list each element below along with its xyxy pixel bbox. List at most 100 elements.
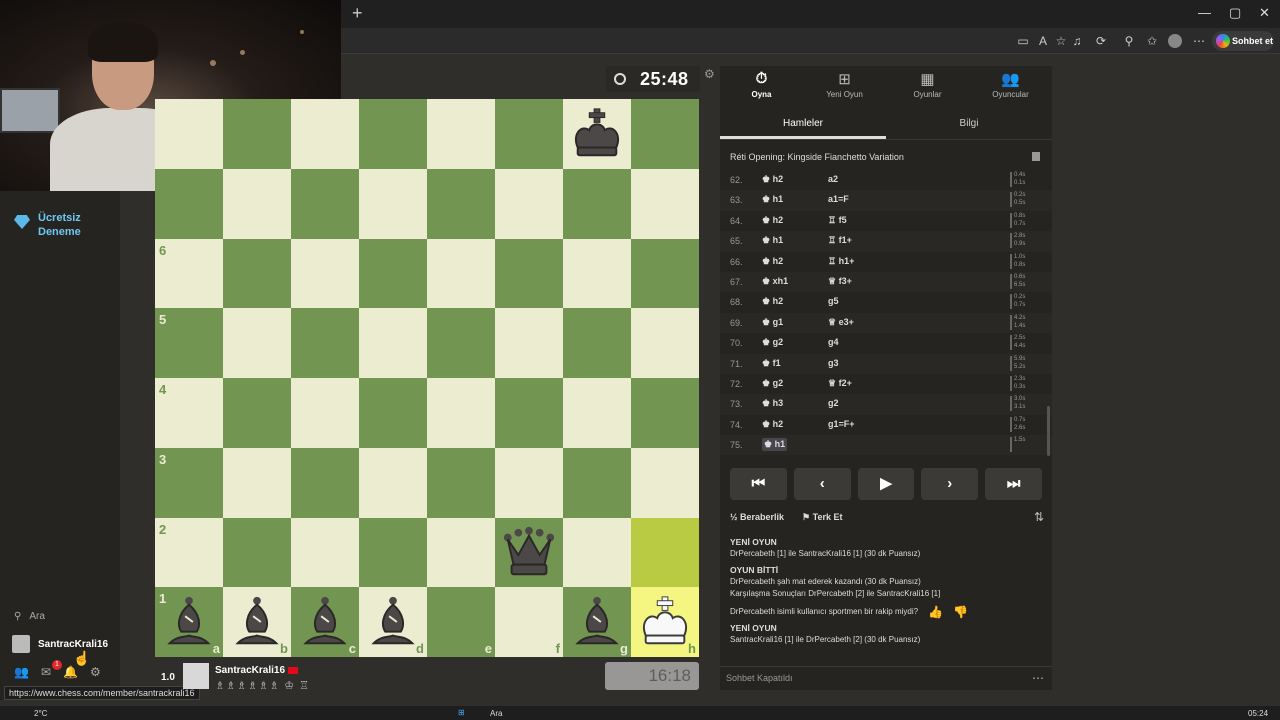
white-move[interactable]: ♚ h2 (762, 296, 783, 307)
board-square[interactable] (223, 378, 291, 448)
board-square[interactable]: 4 (155, 378, 223, 448)
board-square[interactable] (359, 168, 427, 239)
board-square[interactable] (155, 99, 223, 169)
board-square[interactable]: 2 (155, 517, 223, 588)
nav-tab-0[interactable]: ⏱ Oyna (720, 66, 803, 106)
board-square[interactable] (223, 238, 291, 309)
taskbar-search[interactable]: Ara (490, 709, 502, 718)
black-move[interactable]: ♖ h1+ (828, 256, 854, 267)
black-move[interactable]: g4 (828, 337, 839, 347)
white-move[interactable]: ♚ h1 (762, 438, 788, 452)
white-move[interactable]: ♚ h2 (762, 174, 783, 185)
board-square[interactable] (291, 378, 359, 448)
black-move[interactable]: a2 (828, 174, 838, 184)
black-bishop-piece[interactable] (291, 587, 359, 657)
first-move-button[interactable]: ⏮ (730, 468, 787, 500)
white-move[interactable]: ♚ g2 (762, 337, 783, 348)
board-square[interactable]: 6 (155, 238, 223, 309)
board-square[interactable] (631, 308, 699, 378)
board-square[interactable]: f (495, 587, 563, 657)
white-move[interactable]: ♚ h1 (762, 194, 783, 205)
board-square[interactable] (291, 517, 359, 588)
black-move[interactable]: a1=F (828, 194, 849, 204)
read-aloud-icon[interactable]: A (1036, 34, 1050, 48)
nav-tab-1[interactable]: ⊞ Yeni Oyun (803, 66, 886, 106)
board-square[interactable] (359, 447, 427, 518)
messages-icon[interactable]: ✉ (41, 665, 51, 679)
white-move[interactable]: ♚ h2 (762, 215, 783, 226)
tab-info[interactable]: Bilgi (886, 110, 1052, 139)
board-square[interactable] (291, 238, 359, 309)
white-move[interactable]: ♚ h2 (762, 256, 783, 267)
thumbs-up-icon[interactable]: 👍 (928, 606, 943, 618)
nav-tab-3[interactable]: 👥 Oyuncular (969, 66, 1052, 106)
close-window-button[interactable]: ✕ (1259, 5, 1270, 21)
white-move[interactable]: ♚ xh1 (762, 276, 788, 287)
board-square[interactable] (223, 168, 291, 239)
board-square[interactable] (359, 238, 427, 309)
board-square[interactable] (563, 517, 631, 588)
favorite-star-icon[interactable]: ☆ (1054, 34, 1068, 48)
board-square[interactable] (631, 378, 699, 448)
black-move[interactable]: g3 (828, 358, 839, 368)
board-square[interactable]: g (563, 587, 631, 657)
notifications-icon[interactable]: ♫ (1070, 34, 1084, 48)
board-square[interactable] (223, 308, 291, 378)
lock-icon[interactable] (1032, 152, 1040, 161)
profile-sync-icon[interactable]: ⚲ (1122, 34, 1136, 48)
board-square[interactable] (495, 378, 563, 448)
board-square[interactable] (427, 517, 495, 588)
board-square[interactable] (495, 99, 563, 169)
board-square[interactable]: d (359, 587, 427, 657)
play-button[interactable]: ▶ (857, 468, 915, 500)
board-square[interactable]: 1a (155, 587, 223, 657)
more-options-icon[interactable]: ⋯ (1032, 671, 1044, 685)
black-move[interactable]: ♖ f1+ (828, 235, 852, 246)
black-bishop-piece[interactable] (223, 587, 291, 657)
player-avatar[interactable] (183, 663, 209, 689)
board-square[interactable] (223, 447, 291, 518)
black-move[interactable]: ♕ f2+ (828, 378, 852, 389)
board-square[interactable] (223, 517, 291, 588)
board-square[interactable] (631, 168, 699, 239)
board-square[interactable] (495, 447, 563, 518)
minimize-button[interactable]: — (1198, 5, 1211, 20)
board-square[interactable] (223, 99, 291, 169)
white-move[interactable]: ♚ f1 (762, 358, 781, 369)
board-square[interactable] (427, 378, 495, 448)
sidebar-user-profile[interactable]: SantracKrali16 (12, 635, 108, 653)
last-move-button[interactable]: ⏭ (985, 468, 1042, 500)
board-square[interactable] (563, 378, 631, 448)
board-square[interactable] (495, 308, 563, 378)
resign-button[interactable]: ⚑ Terk Et (802, 512, 842, 526)
board-square[interactable] (427, 99, 495, 169)
board-square[interactable] (563, 308, 631, 378)
settings-gear-icon[interactable]: ⚙ (90, 665, 101, 679)
black-king-piece[interactable] (563, 99, 631, 169)
board-square[interactable] (291, 308, 359, 378)
weather-temp[interactable]: 2°C (34, 709, 47, 718)
black-bishop-piece[interactable] (359, 587, 427, 657)
next-move-button[interactable]: › (921, 468, 979, 500)
nav-tab-2[interactable]: ▦ Oyunlar (886, 66, 969, 106)
free-trial-link[interactable]: Ücretsiz Deneme (14, 211, 108, 239)
white-king-piece[interactable] (631, 587, 699, 657)
board-square[interactable] (359, 517, 427, 588)
board-square[interactable]: e (427, 587, 495, 657)
board-square[interactable] (359, 378, 427, 448)
board-square[interactable] (427, 168, 495, 239)
reader-icon[interactable]: ▭ (1016, 34, 1030, 48)
board-square[interactable] (359, 99, 427, 169)
black-move[interactable]: g1=F+ (828, 419, 855, 429)
board-square[interactable] (359, 308, 427, 378)
board-square[interactable] (427, 308, 495, 378)
white-move[interactable]: ♚ h1 (762, 235, 783, 246)
flip-board-icon[interactable]: ⇅ (1034, 510, 1044, 524)
friends-icon[interactable]: 👥 (14, 665, 29, 679)
bell-icon[interactable]: 🔔 (63, 665, 78, 679)
more-menu-icon[interactable]: ⋯ (1192, 34, 1206, 48)
board-square[interactable] (495, 238, 563, 309)
extensions-icon[interactable]: ⟳ (1094, 34, 1108, 48)
board-square[interactable] (563, 238, 631, 309)
new-tab-button[interactable]: + (352, 3, 363, 24)
